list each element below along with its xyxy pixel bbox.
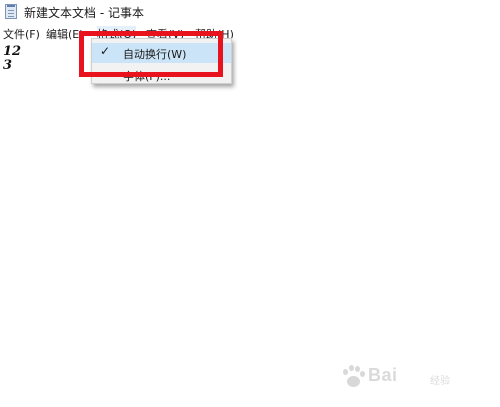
paw-icon [340,363,366,389]
menu-file[interactable]: 文件(F) [3,26,40,42]
title-bar: 新建文本文档 - 记事本 [0,0,500,24]
text-line: 12 [3,44,22,59]
watermark-suffix: 经验 [430,376,450,387]
highlight-box [79,31,223,77]
baidu-watermark: Bai 经验 [340,363,470,389]
watermark-text: Bai [368,365,398,385]
text-editor[interactable]: 12 3 [0,42,500,407]
window-title: 新建文本文档 - 记事本 [24,6,144,20]
menu-edit[interactable]: 编辑(E) [46,26,84,42]
notepad-icon [5,4,17,19]
menu-bar: 文件(F) 编辑(E) 格式(O) 查看(V) 帮助(H) [0,24,500,42]
text-line: 3 [3,58,13,73]
